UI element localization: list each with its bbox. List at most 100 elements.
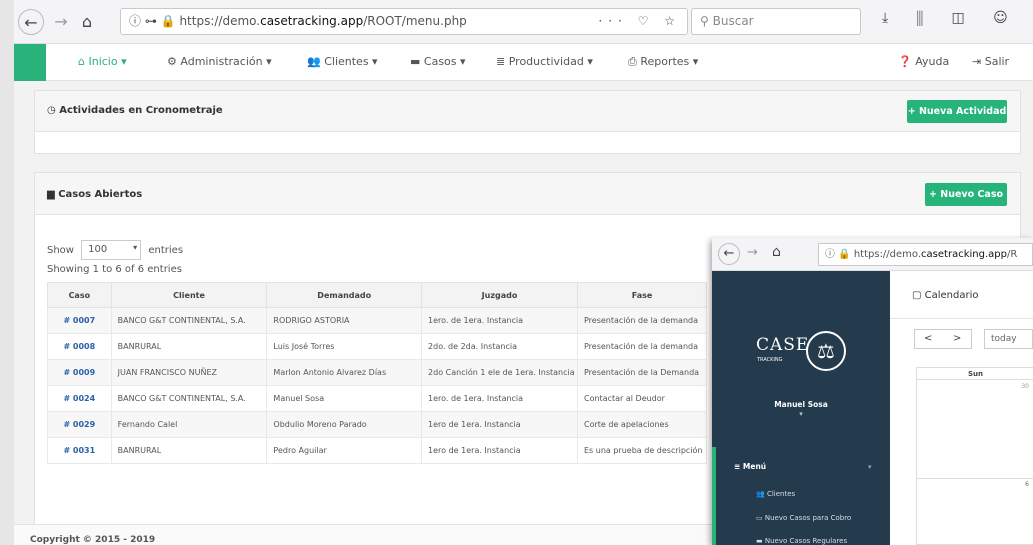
nav-administracion-label: Administración — [180, 55, 263, 68]
back-icon[interactable]: ← — [718, 243, 740, 265]
entries-label: entries — [148, 245, 184, 256]
chevron-right-icon[interactable]: > — [953, 330, 961, 348]
cases-table: Caso Cliente Demandado Juzgado Fase # 00… — [47, 282, 707, 464]
activities-title-text: Actividades en Cronometraje — [59, 105, 223, 116]
folder-icon: ▭ — [756, 514, 763, 522]
logo[interactable] — [14, 44, 46, 81]
case-link[interactable]: # 0024 — [47, 385, 112, 412]
address-bar[interactable]: ⓘ ⊶ 🔒 https://demo.casetracking.app/ROOT… — [120, 8, 688, 35]
cell-cliente: BANRURAL — [110, 437, 268, 464]
entries-select[interactable]: 100 ▾ — [81, 240, 142, 260]
today-button[interactable]: today — [984, 329, 1033, 349]
cell-demandado: Obdulio Moreno Parado — [266, 411, 423, 438]
nav-inicio[interactable]: ⌂ Inicio ▾ — [78, 55, 127, 68]
forward-icon[interactable]: → — [747, 245, 758, 260]
sidebar-item-label: Clientes — [766, 490, 796, 498]
cases-panel-header: ▆ Casos Abiertos + Nuevo Caso — [35, 173, 1020, 215]
back-icon[interactable]: ← — [18, 9, 44, 35]
chevron-left-icon[interactable]: < — [924, 330, 932, 348]
nav-productividad[interactable]: ≣ Productividad ▾ — [496, 55, 593, 68]
home-icon[interactable]: ⌂ — [74, 9, 100, 35]
table-row[interactable]: # 0009 JUAN FRANCISCO NUÑEZ Marlon Anton… — [47, 359, 707, 386]
activities-title: ◷ Actividades en Cronometraje — [47, 105, 223, 116]
url-path: /ROOT/menu.php — [363, 14, 467, 28]
overlay-window: ← → ⌂ ⓘ 🔒 https://demo.casetracking.app/… — [712, 238, 1033, 545]
col-demandado[interactable]: Demandado — [266, 282, 423, 308]
toolbar-icons[interactable]: ⤓ ⫼ ◫ ☺ » — [882, 10, 1033, 26]
table-row[interactable]: # 0024 BANCO G&T CONTINENTAL, S.A. Manue… — [47, 385, 707, 412]
case-link[interactable]: # 0008 — [47, 333, 112, 360]
table-row[interactable]: # 0031 BANRURAL Pedro Aguilar 1ero de 1e… — [47, 437, 707, 464]
search-input[interactable]: ⚲ Buscar — [691, 8, 861, 35]
user-name: Manuel Sosa — [774, 400, 828, 409]
menu-active-bar — [712, 447, 716, 545]
cell-fase: Es una prueba de descripción — [577, 437, 707, 464]
col-fase[interactable]: Fase — [577, 282, 707, 308]
case-tracking-logo: CASE TRACKING ⚖ — [756, 331, 848, 375]
cell-fase: Corte de apelaciones — [577, 411, 707, 438]
overlay-address-bar[interactable]: ⓘ 🔒 https://demo.casetracking.app/R — [818, 243, 1033, 266]
lock-icon: 🔒 — [838, 249, 851, 260]
logo-line1: CASE — [756, 335, 810, 355]
browser-toolbar: ← → ⌂ ⓘ ⊶ 🔒 https://demo.casetracking.ap… — [14, 0, 1033, 44]
new-case-button[interactable]: + Nuevo Caso — [925, 183, 1007, 206]
cell-cliente: BANCO G&T CONTINENTAL, S.A. — [110, 385, 268, 412]
nav-administracion[interactable]: ⚙ Administración ▾ — [167, 55, 272, 68]
cell-juzgado: 1ero. de 1era. Instancia — [421, 307, 578, 334]
week-divider — [917, 478, 1033, 479]
search-icon: ⚲ — [700, 14, 709, 28]
calendar-icon: ▢ — [912, 290, 922, 301]
cell-fase: Presentación de la Demanda — [577, 359, 707, 386]
table-row[interactable]: # 0007 BANCO G&T CONTINENTAL, S.A. RODRI… — [47, 307, 707, 334]
cell-cliente: BANRURAL — [110, 333, 268, 360]
col-cliente[interactable]: Cliente — [110, 282, 268, 308]
chevron-down-icon: ▾ — [266, 55, 272, 68]
sidebar-item-label: Nuevo Casos para Cobro — [764, 514, 852, 522]
col-caso[interactable]: Caso — [47, 282, 112, 308]
home-icon: ⌂ — [78, 55, 85, 68]
case-link[interactable]: # 0009 — [47, 359, 112, 386]
chevron-down-icon[interactable]: ▾ — [712, 410, 890, 418]
cell-demandado: Marlon Antonio Alvarez Días — [266, 359, 423, 386]
chevron-down-icon: ▾ — [121, 55, 127, 68]
nav-casos[interactable]: ▬ Casos ▾ — [410, 55, 466, 68]
home-icon[interactable]: ⌂ — [772, 244, 781, 260]
cell-demandado: Pedro Aguilar — [266, 437, 423, 464]
nav-ayuda[interactable]: ❓ Ayuda — [898, 55, 949, 68]
new-activity-button[interactable]: + Nueva Actividad — [907, 100, 1007, 123]
overlay-sidebar: CASE TRACKING ⚖ Manuel Sosa ▾ ≡ Menú ▾ 👥… — [712, 271, 890, 545]
url-prefix: https://demo. — [179, 14, 261, 28]
cell-demandado: Luis José Torres — [266, 333, 423, 360]
folder-icon: ▆ — [47, 189, 55, 200]
calendar-nav: < > — [914, 329, 972, 349]
nav-reportes[interactable]: ⎙ Reportes ▾ — [628, 55, 698, 69]
table-header-row: Caso Cliente Demandado Juzgado Fase — [47, 282, 707, 308]
sidebar-item-clientes[interactable]: 👥 Clientes — [756, 490, 795, 498]
cell-juzgado: 2do. de 2da. Instancia — [421, 333, 578, 360]
nav-clientes[interactable]: 👥 Clientes ▾ — [307, 55, 378, 68]
help-icon: ❓ — [898, 55, 912, 68]
cell-fase: Contactar al Deudor — [577, 385, 707, 412]
sidebar-item-regulares[interactable]: ▬ Nuevo Casos Regulares — [756, 537, 847, 545]
table-row[interactable]: # 0029 Fernando Calel Obdulio Moreno Par… — [47, 411, 707, 438]
table-row[interactable]: # 0008 BANRURAL Luis José Torres 2do. de… — [47, 333, 707, 360]
nav-salir[interactable]: ⇥ Salir — [972, 55, 1009, 68]
page-actions-icon[interactable]: ··· ♡ ☆ — [598, 9, 681, 34]
overlay-browser-toolbar: ← → ⌂ ⓘ 🔒 https://demo.casetracking.app/… — [712, 238, 1033, 271]
col-juzgado[interactable]: Juzgado — [421, 282, 578, 308]
show-label: Show — [47, 245, 74, 256]
nav-clientes-label: Clientes — [324, 55, 369, 68]
forward-icon[interactable]: → — [48, 9, 74, 35]
calendar-header: ▢ Calendario — [890, 271, 1033, 319]
sidebar-item-cobro[interactable]: ▭ Nuevo Casos para Cobro — [756, 514, 851, 522]
case-link[interactable]: # 0007 — [47, 307, 112, 334]
url-prefix: https://demo. — [853, 249, 922, 260]
chevron-down-icon: ▾ — [868, 463, 872, 471]
menu-icon: ≡ — [734, 462, 741, 471]
case-link[interactable]: # 0031 — [47, 437, 112, 464]
menu-header[interactable]: ≡ Menú — [734, 462, 766, 471]
users-icon: 👥 — [307, 55, 321, 68]
scales-icon: ⚖ — [806, 331, 846, 371]
entries-value: 100 — [88, 244, 108, 255]
case-link[interactable]: # 0029 — [47, 411, 112, 438]
